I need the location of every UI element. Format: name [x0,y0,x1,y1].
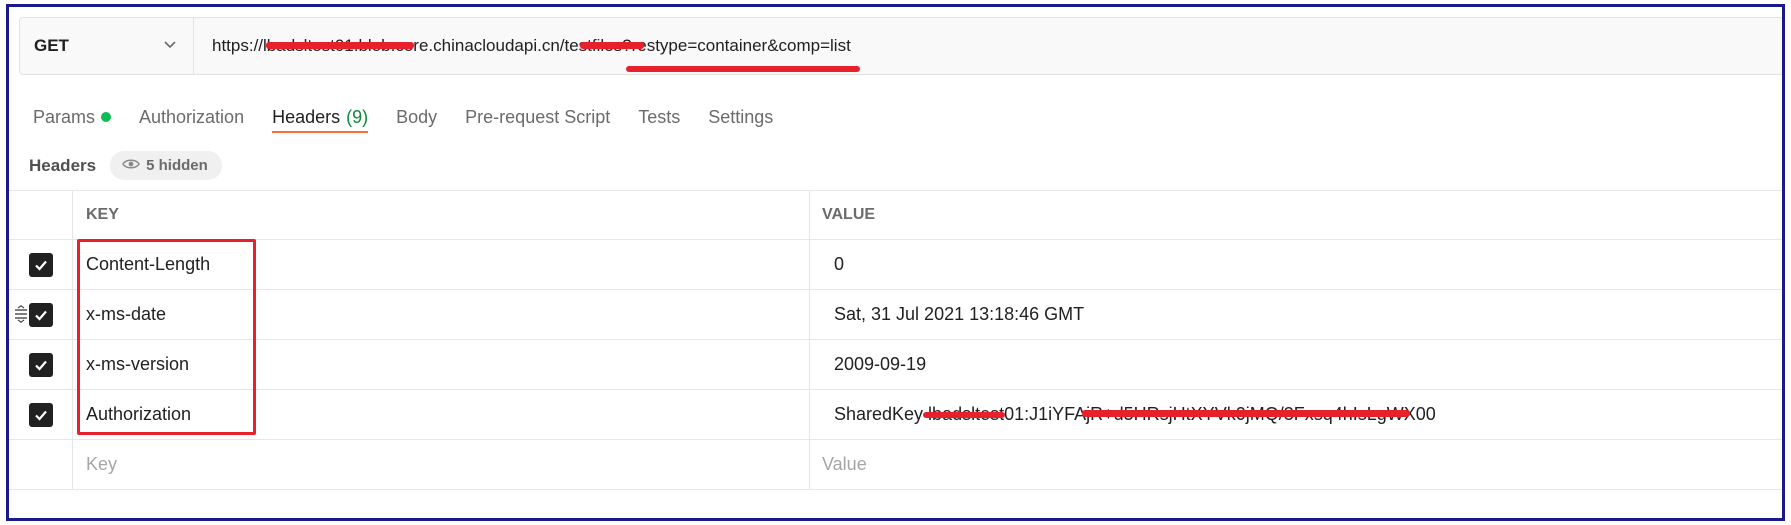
header-value[interactable]: SharedKey lbadsltest01:J1iYFAjR+d5HRsjHt… [810,390,1782,439]
tab-params[interactable]: Params [23,93,129,145]
row-checkbox[interactable] [28,402,53,427]
header-key[interactable]: x-ms-date [73,290,810,339]
headers-table: KEY VALUE Content-Length 0 x-ms-date Sat… [9,190,1782,490]
url-input[interactable]: https://lbadsltest01.blob.core.chinaclou… [194,18,1782,74]
row-check-cell [9,340,73,389]
table-row-new: Key Value [9,440,1782,490]
hidden-count-label: 5 hidden [146,157,208,174]
eye-icon [122,157,140,174]
redaction-mark [1082,410,1410,417]
table-row: Authorization SharedKey lbadsltest01:J1i… [9,390,1782,440]
tab-label: Authorization [139,107,245,127]
header-value[interactable]: 0 [810,240,1782,289]
header-value[interactable]: 2009-09-19 [810,340,1782,389]
new-key-input[interactable]: Key [73,440,810,489]
method-select[interactable]: GET [20,18,194,74]
redaction-mark [580,42,644,49]
params-status-dot [101,112,112,122]
tab-headers[interactable]: Headers (9) [262,93,386,145]
tab-label: Settings [708,107,774,127]
check-column-header [9,191,73,239]
tab-label: Headers [272,107,341,127]
hidden-headers-toggle[interactable]: 5 hidden [110,151,222,180]
value-column-header: VALUE [822,206,876,223]
annotation-underline [626,66,860,72]
row-checkbox[interactable] [28,302,53,327]
tab-label: Body [396,107,438,127]
section-title: Headers [29,155,97,175]
header-key[interactable]: x-ms-version [73,340,810,389]
header-value[interactable]: Sat, 31 Jul 2021 13:18:46 GMT [810,290,1782,339]
redaction-mark [923,412,1005,418]
row-check-cell [9,290,73,339]
table-row: x-ms-version 2009-09-19 [9,340,1782,390]
row-checkbox[interactable] [28,352,53,377]
tab-label: Tests [638,107,681,127]
checkmark-icon [34,360,47,371]
tab-count: (9) [346,107,369,127]
redaction-mark [266,42,414,49]
table-header-row: KEY VALUE [9,190,1782,240]
header-key[interactable]: Content-Length [73,240,810,289]
new-value-input[interactable]: Value [810,440,1782,489]
row-check-cell [9,440,73,489]
headers-subheader: Headers 5 hidden [29,151,222,180]
request-tabs: Params Authorization Headers (9) Body Pr… [23,93,791,145]
row-check-cell [9,240,73,289]
header-key[interactable]: Authorization [73,390,810,439]
method-label: GET [34,36,69,55]
checkmark-icon [34,260,47,271]
request-bar: GET https://lbadsltest01.blob.core.china… [19,17,1782,75]
row-checkbox[interactable] [28,252,53,277]
tab-authorization[interactable]: Authorization [129,93,262,145]
checkmark-icon [34,310,47,321]
tab-pre-request-script[interactable]: Pre-request Script [455,93,628,145]
tab-settings[interactable]: Settings [698,93,791,145]
tab-tests[interactable]: Tests [628,93,698,145]
checkmark-icon [34,410,47,421]
tab-body[interactable]: Body [386,93,455,145]
table-row: Content-Length 0 [9,240,1782,290]
drag-handle-icon[interactable] [13,305,29,323]
tab-label: Params [33,107,96,127]
table-row: x-ms-date Sat, 31 Jul 2021 13:18:46 GMT [9,290,1782,340]
row-check-cell [9,390,73,439]
tab-label: Pre-request Script [465,107,611,127]
screenshot-frame: GET https://lbadsltest01.blob.core.china… [6,4,1785,521]
key-column-header: KEY [73,191,810,239]
chevron-down-icon [163,36,177,56]
